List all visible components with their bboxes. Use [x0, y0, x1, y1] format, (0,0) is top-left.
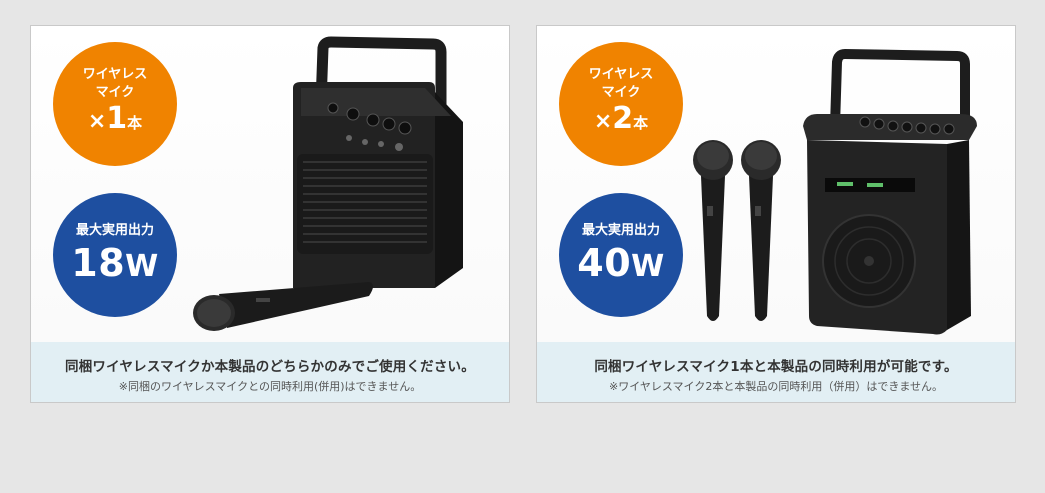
- mic-count-badge: ワイヤレス マイク ×1本: [53, 42, 177, 166]
- power-label: 最大実用出力: [581, 223, 660, 238]
- caption-text: 同梱ワイヤレスマイクか本製品のどちらかのみでご使用ください。: [65, 359, 475, 375]
- badge-label-line2: マイク: [601, 85, 641, 100]
- product-card-40w: ワイヤレス マイク ×2本 最大実用出力 40W 同梱ワイヤレスマイク1本と本製…: [536, 25, 1016, 403]
- mic-count: ×1本: [87, 101, 143, 136]
- power-value: 18W: [71, 241, 159, 285]
- wireless-mic-image: [193, 282, 373, 331]
- mic-count-badge: ワイヤレス マイク ×2本: [559, 42, 683, 166]
- badge-label-line1: ワイヤレス: [82, 67, 148, 82]
- product-photo-area: ワイヤレス マイク ×1本 最大実用出力 18W: [31, 26, 509, 342]
- mic-count: ×2本: [593, 101, 649, 136]
- caption-box: 同梱ワイヤレスマイク1本と本製品の同時利用が可能です。 ※ワイヤレスマイク2本と…: [537, 342, 1015, 402]
- caption-note: ※同梱のワイヤレスマイクとの同時利用(併用)はできません。: [118, 380, 422, 393]
- power-label: 最大実用出力: [75, 223, 154, 238]
- wireless-mic-2-image: [741, 140, 781, 321]
- product-photo-area: ワイヤレス マイク ×2本 最大実用出力 40W: [537, 26, 1015, 342]
- caption-text: 同梱ワイヤレスマイク1本と本製品の同時利用が可能です。: [594, 359, 958, 375]
- power-output-badge: 最大実用出力 40W: [559, 193, 683, 317]
- caption-box: 同梱ワイヤレスマイクか本製品のどちらかのみでご使用ください。 ※同梱のワイヤレス…: [31, 342, 509, 402]
- wireless-mic-1-image: [693, 140, 733, 321]
- caption-note: ※ワイヤレスマイク2本と本製品の同時利用（併用）はできません。: [608, 380, 943, 393]
- product-card-18w: ワイヤレス マイク ×1本 最大実用出力 18W 同梱ワイヤレスマイクか本製品の…: [30, 25, 510, 403]
- badge-label-line1: ワイヤレス: [588, 67, 654, 82]
- badge-label-line2: マイク: [95, 85, 135, 100]
- power-value: 40W: [577, 241, 665, 285]
- power-output-badge: 最大実用出力 18W: [53, 193, 177, 317]
